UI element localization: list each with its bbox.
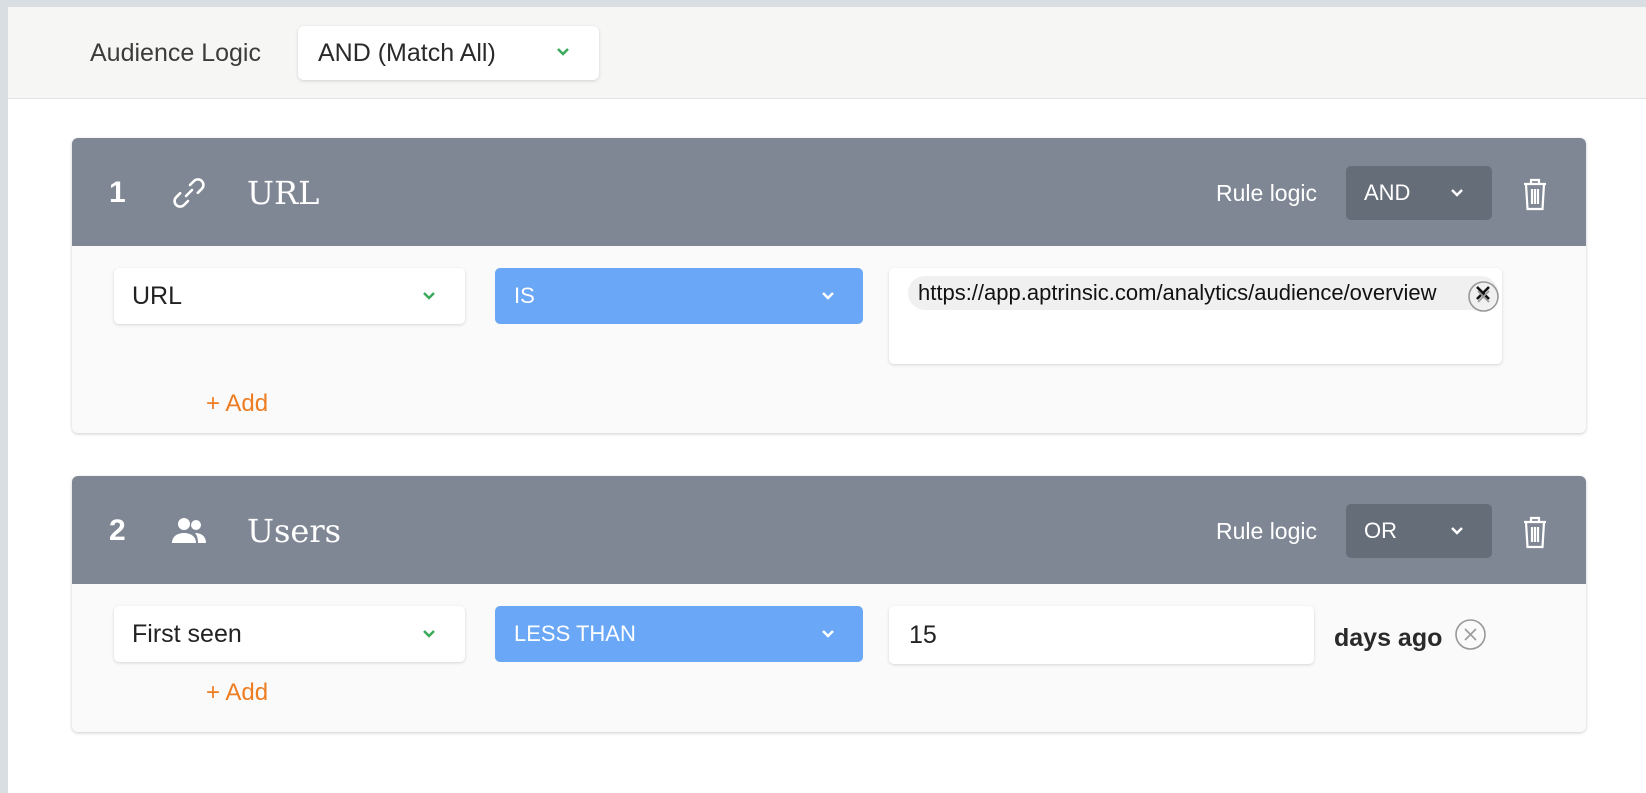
- rule-field-value: First seen: [132, 620, 242, 648]
- operator-select[interactable]: IS: [495, 268, 863, 324]
- chevron-down-icon: [423, 292, 435, 300]
- chevron-down-icon: [822, 630, 834, 638]
- rule-field-select[interactable]: First seen: [114, 606, 465, 662]
- rule-header: 2 Users Rule logic OR: [72, 476, 1586, 584]
- add-condition-link[interactable]: + Add: [206, 679, 268, 707]
- rule-logic-select[interactable]: AND: [1346, 166, 1492, 220]
- rule-logic-value: OR: [1364, 518, 1397, 543]
- rule-number: 1: [109, 176, 126, 209]
- rule-title: URL: [247, 174, 320, 212]
- audience-logic-bar: Audience Logic AND (Match All): [8, 7, 1646, 99]
- value-chip-text: https://app.aptrinsic.com/analytics/audi…: [918, 280, 1437, 305]
- audience-logic-select[interactable]: AND (Match All): [298, 26, 599, 80]
- delete-rule-icon[interactable]: [1520, 176, 1550, 212]
- rule-logic-label: Rule logic: [1216, 518, 1317, 544]
- add-condition-link[interactable]: + Add: [206, 390, 268, 418]
- chevron-down-icon: [1451, 189, 1463, 197]
- days-value: 15: [909, 621, 937, 649]
- clear-value-icon[interactable]: [1454, 618, 1487, 651]
- rule-logic-select[interactable]: OR: [1346, 504, 1492, 558]
- link-icon: [173, 178, 205, 208]
- days-value-input[interactable]: 15: [889, 606, 1314, 664]
- value-chip: https://app.aptrinsic.com/analytics/audi…: [908, 276, 1498, 310]
- operator-select[interactable]: LESS THAN: [495, 606, 863, 662]
- chevron-down-icon: [423, 630, 435, 638]
- chevron-down-icon: [1451, 527, 1463, 535]
- users-icon: [172, 518, 206, 543]
- rule-field-select[interactable]: URL: [114, 268, 465, 324]
- operator-value: IS: [514, 283, 535, 308]
- chevron-down-icon: [822, 292, 834, 300]
- rule-field-value: URL: [132, 282, 183, 310]
- days-ago-label: days ago: [1334, 624, 1443, 652]
- clear-value-icon[interactable]: [1467, 280, 1500, 313]
- audience-logic-value: AND (Match All): [318, 38, 496, 67]
- rule-header: 1 URL Rule logic AND: [72, 138, 1586, 246]
- rule-title: Users: [247, 512, 342, 550]
- audience-builder: Audience Logic AND (Match All) 1 URL Rul…: [8, 7, 1646, 793]
- operator-value: LESS THAN: [514, 621, 636, 646]
- rule-number: 2: [109, 514, 126, 547]
- rule-card-users: 2 Users Rule logic OR First seen LESS TH…: [72, 476, 1586, 732]
- delete-rule-icon[interactable]: [1520, 514, 1550, 550]
- value-multi-input[interactable]: https://app.aptrinsic.com/analytics/audi…: [889, 268, 1502, 364]
- chevron-down-icon: [557, 48, 569, 56]
- rule-logic-value: AND: [1364, 180, 1411, 205]
- audience-logic-label: Audience Logic: [90, 39, 261, 67]
- rule-card-url: 1 URL Rule logic AND URL IS https://app.…: [72, 138, 1586, 433]
- rule-logic-label: Rule logic: [1216, 180, 1317, 206]
